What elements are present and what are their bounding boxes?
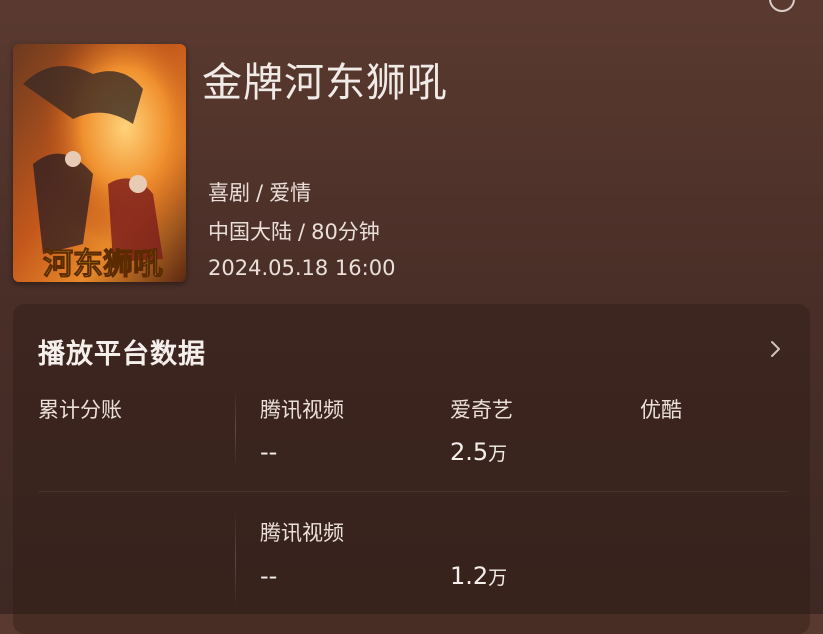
separator: / xyxy=(298,220,306,244)
divider-vertical xyxy=(235,390,236,468)
platform-iqiyi-label: 爱奇艺 xyxy=(450,398,513,422)
movie-genres: 喜剧 / 爱情 xyxy=(208,177,311,207)
chevron-right-icon[interactable] xyxy=(764,338,786,360)
platform-tencent-label-2: 腾讯视频 xyxy=(260,521,344,545)
movie-region: 中国大陆 xyxy=(208,220,292,244)
cumulative-share-label: 累计分账 xyxy=(38,398,122,422)
platform-tencent-value-2: -- xyxy=(260,562,278,590)
divider-vertical xyxy=(235,510,236,610)
movie-region-duration: 中国大陆/80分钟 xyxy=(208,216,380,246)
genre-1: 喜剧 xyxy=(208,181,250,205)
row-divider xyxy=(38,491,788,492)
platform-youku-label: 优酷 xyxy=(640,398,682,422)
platform-iqiyi-value: 2.5万 xyxy=(450,438,508,466)
poster-art: 河东狮吼 xyxy=(13,44,186,282)
card-title: 播放平台数据 xyxy=(38,339,206,370)
platform-data-card[interactable]: 播放平台数据 累计分账 腾讯视频 -- 爱奇艺 2.5万 优酷 腾讯视频 -- … xyxy=(13,304,810,634)
movie-title: 金牌河东狮吼 xyxy=(202,60,448,106)
platform-tencent-value: -- xyxy=(260,438,278,466)
movie-poster[interactable]: 河东狮吼 xyxy=(13,44,186,282)
movie-duration: 80分钟 xyxy=(311,220,380,244)
platform-tencent-label: 腾讯视频 xyxy=(260,398,344,422)
top-button-partial[interactable] xyxy=(769,0,795,12)
platform-iqiyi-value-2: 1.2万 xyxy=(450,562,508,590)
movie-release-date: 2024.05.18 16:00 xyxy=(208,256,396,280)
separator: / xyxy=(256,181,264,205)
genre-2: 爱情 xyxy=(269,181,312,205)
poster-title-art: 河东狮吼 xyxy=(43,247,163,282)
